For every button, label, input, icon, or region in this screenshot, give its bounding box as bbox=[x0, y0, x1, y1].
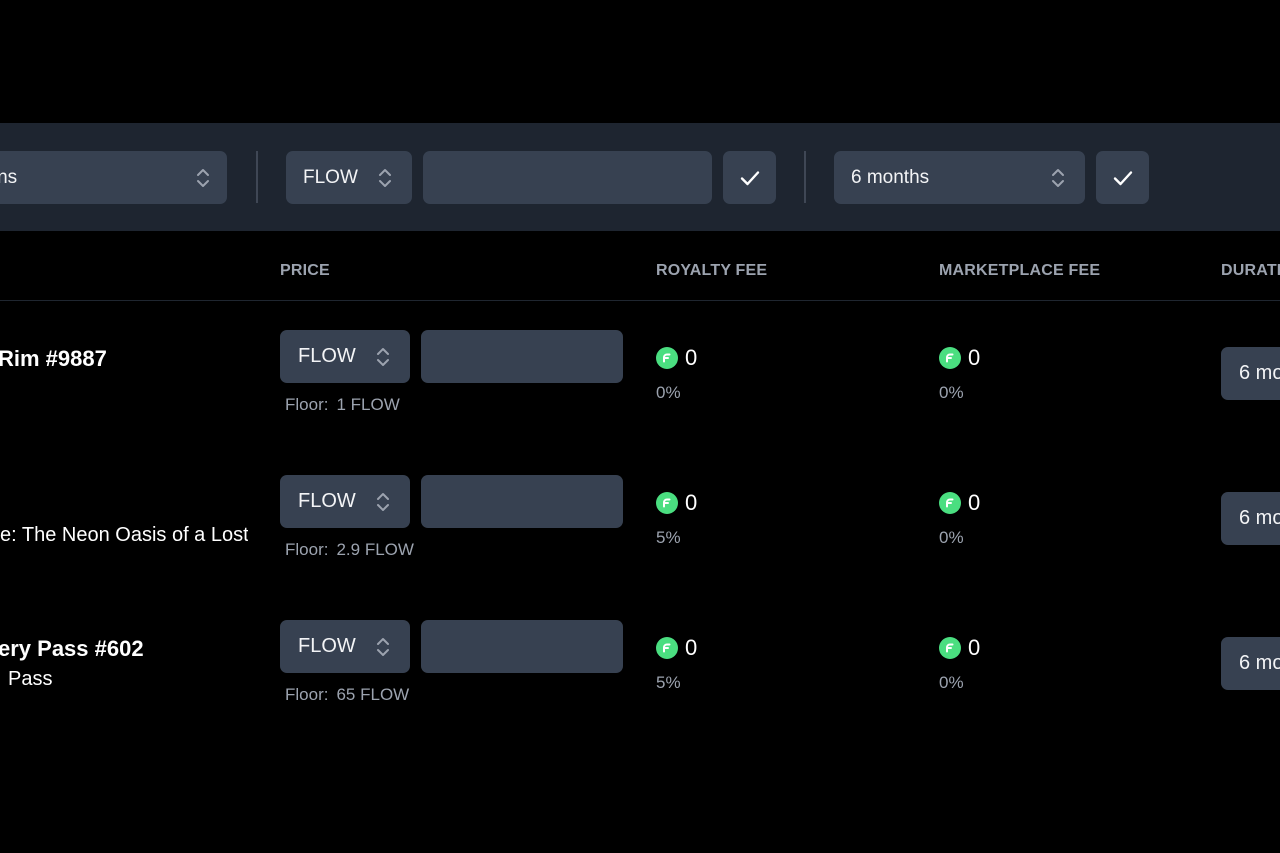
floor-label: Floor: bbox=[285, 540, 329, 559]
row-duration-select[interactable]: 6 mo bbox=[1221, 347, 1280, 400]
floor-value: 65 FLOW bbox=[336, 685, 410, 704]
table-row: Rim #9887 FLOW Floor: 1 FLOW 0 0% 0 0% 6… bbox=[0, 301, 1280, 446]
row-price-input[interactable] bbox=[421, 620, 623, 673]
currency-select-label: FLOW bbox=[303, 166, 358, 188]
marketplace-amount: 0 bbox=[968, 345, 981, 370]
royalty-amount: 0 bbox=[685, 490, 698, 515]
duration-select[interactable]: 6 months bbox=[834, 151, 1085, 204]
toolbar-divider bbox=[804, 151, 806, 203]
flow-coin-icon bbox=[656, 637, 678, 659]
row-currency-select[interactable]: FLOW bbox=[280, 475, 410, 528]
bulk-price-input[interactable] bbox=[423, 151, 712, 204]
column-header-marketplace-fee: MARKETPLACE FEE bbox=[939, 262, 1101, 279]
row-currency-label: FLOW bbox=[298, 345, 356, 367]
flow-coin-icon bbox=[939, 492, 961, 514]
royalty-percent: 0% bbox=[656, 383, 681, 402]
royalty-fee: 0 bbox=[656, 345, 697, 371]
royalty-fee: 0 bbox=[656, 490, 697, 516]
marketplace-percent: 0% bbox=[939, 673, 964, 692]
column-header-royalty-fee: ROYALTY FEE bbox=[656, 262, 768, 279]
apply-duration-button[interactable] bbox=[1096, 151, 1149, 204]
apply-price-button[interactable] bbox=[723, 151, 776, 204]
row-price-input[interactable] bbox=[421, 475, 623, 528]
floor-price: Floor: 1 FLOW bbox=[285, 395, 400, 415]
list-for-sale-page: tions FLOW 6 months PRICE ROYALTY F bbox=[0, 0, 1280, 853]
check-icon bbox=[1113, 170, 1132, 185]
royalty-amount: 0 bbox=[685, 345, 698, 370]
chevron-up-down-icon bbox=[377, 347, 389, 366]
currency-select[interactable]: FLOW bbox=[286, 151, 412, 204]
flow-coin-icon bbox=[939, 347, 961, 369]
row-currency-label: FLOW bbox=[298, 635, 356, 657]
royalty-percent: 5% bbox=[656, 673, 681, 692]
table-row: e: The Neon Oasis of a Lost FLOW Floor: 2… bbox=[0, 446, 1280, 591]
flow-coin-icon bbox=[656, 347, 678, 369]
marketplace-fee: 0 bbox=[939, 490, 980, 516]
marketplace-fee: 0 bbox=[939, 635, 980, 661]
item-subtitle: e: The Neon Oasis of a Lost bbox=[0, 524, 248, 546]
row-duration-select[interactable]: 6 mo bbox=[1221, 637, 1280, 690]
chevron-up-down-icon bbox=[1052, 168, 1064, 187]
marketplace-amount: 0 bbox=[968, 635, 981, 660]
duration-select-label: 6 months bbox=[851, 166, 930, 188]
flow-coin-icon bbox=[939, 637, 961, 659]
row-currency-select[interactable]: FLOW bbox=[280, 620, 410, 673]
marketplace-percent: 0% bbox=[939, 383, 964, 402]
marketplace-fee: 0 bbox=[939, 345, 980, 371]
toolbar-divider bbox=[256, 151, 258, 203]
check-icon bbox=[740, 170, 759, 185]
table-row: ery Pass #602 Pass FLOW Floor: 65 FLOW 0 … bbox=[0, 591, 1280, 736]
floor-price: Floor: 2.9 FLOW bbox=[285, 540, 414, 560]
row-currency-select[interactable]: FLOW bbox=[280, 330, 410, 383]
royalty-amount: 0 bbox=[685, 635, 698, 660]
row-duration-select[interactable]: 6 mo bbox=[1221, 492, 1280, 545]
floor-label: Floor: bbox=[285, 395, 329, 414]
row-price-input[interactable] bbox=[421, 330, 623, 383]
chevron-up-down-icon bbox=[377, 637, 389, 656]
marketplace-percent: 0% bbox=[939, 528, 964, 547]
royalty-percent: 5% bbox=[656, 528, 681, 547]
item-title: ery Pass #602 bbox=[0, 636, 144, 661]
chevron-up-down-icon bbox=[197, 168, 209, 187]
chevron-up-down-icon bbox=[377, 492, 389, 511]
column-header-price: PRICE bbox=[280, 262, 330, 279]
chevron-up-down-icon bbox=[379, 168, 391, 187]
collection-select-label: tions bbox=[0, 166, 18, 188]
floor-value: 2.9 FLOW bbox=[336, 540, 414, 559]
floor-value: 1 FLOW bbox=[336, 395, 400, 414]
item-title: Rim #9887 bbox=[0, 346, 107, 371]
collection-select[interactable]: tions bbox=[0, 151, 227, 204]
floor-price: Floor: 65 FLOW bbox=[285, 685, 409, 705]
floor-label: Floor: bbox=[285, 685, 329, 704]
column-header-duration: DURATI bbox=[1221, 262, 1280, 279]
item-subtitle: Pass bbox=[8, 668, 53, 690]
row-currency-label: FLOW bbox=[298, 490, 356, 512]
marketplace-amount: 0 bbox=[968, 490, 981, 515]
flow-coin-icon bbox=[656, 492, 678, 514]
royalty-fee: 0 bbox=[656, 635, 697, 661]
